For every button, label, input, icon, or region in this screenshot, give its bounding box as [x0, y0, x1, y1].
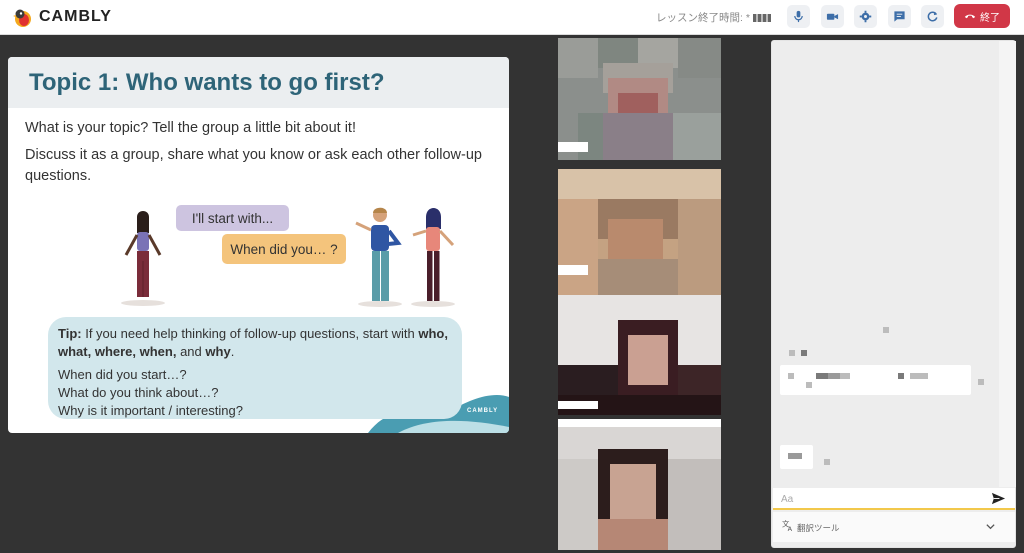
translate-icon: 文A: [782, 519, 793, 532]
participant-video-1-pixelated: [558, 38, 721, 160]
redacted-pixel: [816, 373, 828, 379]
lesson-end-time: レッスン終了時間: *: [656, 10, 771, 25]
participant-video-3[interactable]: [558, 295, 721, 415]
redacted-pixel: [978, 379, 984, 385]
refresh-icon: [927, 11, 938, 22]
redacted-pixel: [840, 373, 850, 379]
camera-button[interactable]: [821, 5, 844, 28]
redacted-pixel: [788, 373, 794, 379]
chat-scrollbar[interactable]: [999, 41, 1016, 487]
settings-button[interactable]: [854, 5, 877, 28]
chat-message-input[interactable]: [781, 491, 981, 507]
participant-videos: [558, 38, 721, 550]
tip-examples: When did you start…? What do you think a…: [58, 366, 452, 419]
chat-icon: [894, 11, 905, 22]
top-bar: CAMBLY レッスン終了時間: * 終了: [0, 0, 1024, 35]
tip-and: and: [176, 343, 206, 359]
end-lesson-button[interactable]: 終了: [954, 4, 1010, 28]
lesson-end-time-label: レッスン終了時間: *: [656, 12, 750, 24]
refresh-button[interactable]: [921, 5, 944, 28]
speech-bubble-start: I'll start with...: [176, 205, 289, 231]
lesson-end-time-value-redacted: [752, 14, 771, 23]
translation-tool-bar[interactable]: 文A 翻訳ツール: [773, 512, 1015, 542]
redacted-pixel: [806, 382, 812, 388]
chat-toggle-button[interactable]: [888, 5, 911, 28]
chat-panel: 文A 翻訳ツール: [771, 40, 1016, 548]
redacted-pixel: [788, 453, 802, 459]
tip-text: Tip: If you need help thinking of follow…: [58, 325, 452, 360]
send-icon[interactable]: [991, 491, 1006, 506]
chevron-down-icon: [986, 524, 995, 530]
slide-brand-mark: CAMBLY: [467, 408, 499, 414]
participant-video-1[interactable]: [558, 38, 721, 160]
slide-body: What is your topic? Tell the group a lit…: [25, 118, 495, 193]
hang-up-icon: [964, 14, 976, 19]
cambly-bird-icon: [13, 9, 31, 27]
participant-video-3-pixelated: [558, 295, 721, 415]
slide-header: Topic 1: Who wants to go first?: [8, 57, 509, 108]
tip-label: Tip:: [58, 326, 82, 341]
redacted-pixel: [828, 373, 840, 379]
participant-video-4[interactable]: [558, 419, 721, 550]
chat-message-bubble: [780, 365, 971, 395]
microphone-button[interactable]: [787, 5, 810, 28]
microphone-icon: [794, 10, 803, 23]
camera-icon: [826, 13, 839, 20]
redacted-pixel: [898, 373, 904, 379]
svg-text:A: A: [788, 525, 793, 532]
redacted-pixel: [883, 327, 889, 333]
end-lesson-label: 終了: [980, 12, 1000, 24]
participant-video-4-pixelated: [558, 419, 721, 550]
speech-bubble-question: When did you… ?: [222, 234, 346, 264]
redacted-pixel: [910, 373, 928, 379]
brand-name: CAMBLY: [39, 8, 112, 25]
participant-video-2-pixelated: [558, 169, 721, 295]
participant-video-2[interactable]: [558, 169, 721, 295]
cambly-logo[interactable]: CAMBLY: [12, 4, 112, 30]
lesson-slide: Topic 1: Who wants to go first? What is …: [8, 57, 509, 433]
chat-message-bubble: [780, 445, 813, 469]
redacted-pixel: [801, 350, 807, 356]
redacted-pixel: [789, 350, 795, 356]
settings-icon: [859, 10, 872, 23]
tip-last-keyword: why: [205, 343, 231, 359]
translation-tool-label: 翻訳ツール: [797, 523, 840, 533]
tip-example-2: What do you think about…?: [58, 385, 219, 401]
tip-intro: If you need help thinking of follow-up q…: [81, 326, 419, 341]
redacted-pixel: [824, 459, 830, 465]
tip-example-1: When did you start…?: [58, 367, 187, 383]
tip-box: Tip: If you need help thinking of follow…: [48, 317, 462, 419]
slide-paragraph-1: What is your topic? Tell the group a lit…: [25, 120, 356, 136]
chat-input-bar: [773, 488, 1015, 510]
slide-title: Topic 1: Who wants to go first?: [29, 69, 385, 96]
slide-paragraph-2: Discuss it as a group, share what you kn…: [25, 147, 482, 185]
tip-example-3: Why is it important / interesting?: [58, 402, 243, 418]
tip-period: .: [230, 343, 235, 359]
